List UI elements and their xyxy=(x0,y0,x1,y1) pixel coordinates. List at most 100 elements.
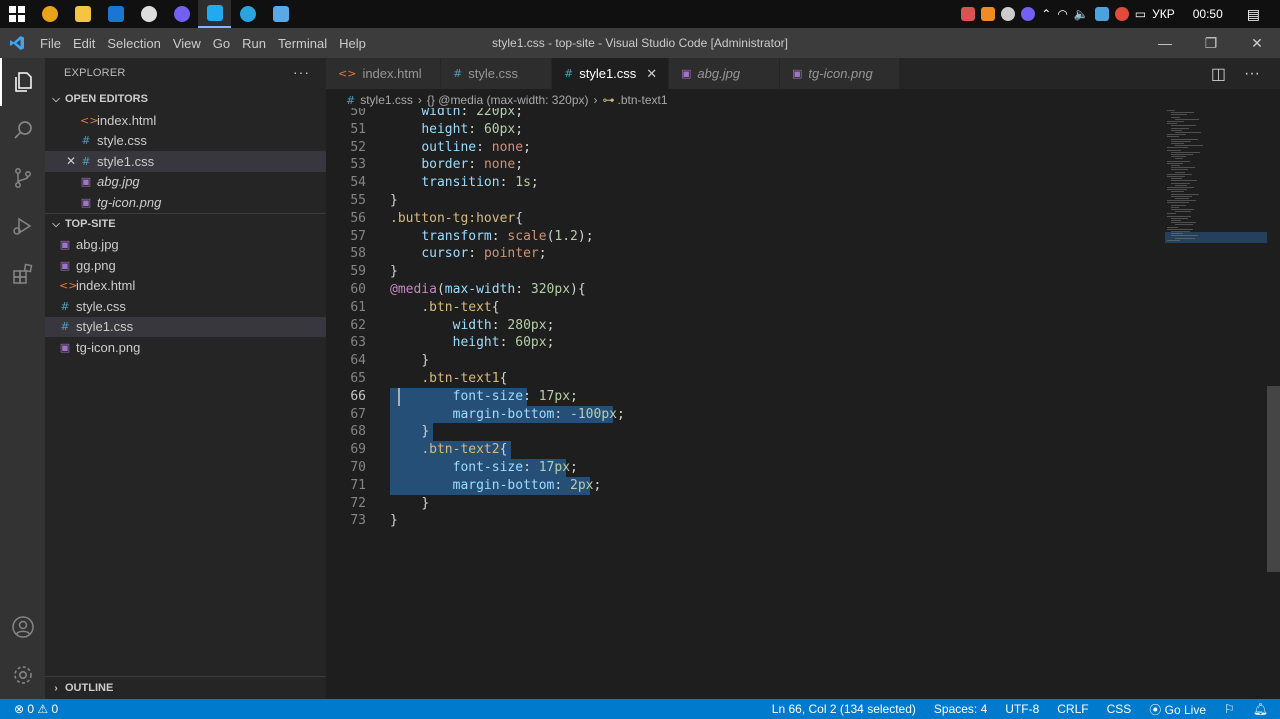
input-language[interactable]: УКР xyxy=(1152,7,1175,21)
open-editor-item[interactable]: ▣ tg-icon.png xyxy=(45,192,326,213)
split-editor-icon[interactable]: ◫ xyxy=(1211,64,1226,84)
manage-gear-icon[interactable] xyxy=(0,651,45,699)
taskbar-app[interactable] xyxy=(132,0,165,28)
tray-app-icon[interactable] xyxy=(981,7,996,21)
minimize-icon[interactable]: — xyxy=(1142,28,1188,58)
menu-file[interactable]: File xyxy=(34,36,67,51)
code-line[interactable]: 50 width: 220px; xyxy=(326,108,1266,121)
extensions-icon[interactable] xyxy=(0,250,45,298)
close-window-icon[interactable]: ✕ xyxy=(1234,28,1280,58)
editor-scrollbar[interactable] xyxy=(1267,386,1280,572)
file-tree-item[interactable]: # style.css xyxy=(45,296,326,317)
code-line[interactable]: 69 .btn-text2{ xyxy=(326,441,1266,459)
code-line[interactable]: 52 outline: none; xyxy=(326,139,1266,157)
open-editor-item[interactable]: ✕ # style1.css xyxy=(45,151,326,172)
outline-section[interactable]: › OUTLINE xyxy=(45,677,326,699)
code-line[interactable]: 56 .button-tg:hover{ xyxy=(326,210,1266,228)
notifications-bell-icon[interactable]: 🔔︎ xyxy=(1253,702,1268,716)
cursor-position[interactable]: Ln 66, Col 2 (134 selected) xyxy=(772,702,916,716)
end-of-line[interactable]: CRLF xyxy=(1057,702,1088,716)
code-line[interactable]: 53 border: none; xyxy=(326,156,1266,174)
breadcrumb-media[interactable]: {} @media (max-width: 320px) xyxy=(427,93,589,107)
breadcrumb-selector[interactable]: .btn-text1 xyxy=(618,93,668,107)
code-line[interactable]: 70 font-size: 17px; xyxy=(326,459,1266,477)
taskbar-app[interactable] xyxy=(99,0,132,28)
menu-terminal[interactable]: Terminal xyxy=(272,36,333,51)
volume-icon[interactable]: 🔈 xyxy=(1074,7,1089,21)
indentation[interactable]: Spaces: 4 xyxy=(934,702,987,716)
menu-selection[interactable]: Selection xyxy=(101,36,166,51)
open-editor-item[interactable]: ▣ abg.jpg xyxy=(45,172,326,193)
code-line[interactable]: 59} xyxy=(326,263,1266,281)
code-line[interactable]: 64 } xyxy=(326,352,1266,370)
code-line[interactable]: 54 transition: 1s; xyxy=(326,174,1266,192)
file-tree-item[interactable]: ▣ tg-icon.png xyxy=(45,337,326,358)
menu-run[interactable]: Run xyxy=(236,36,272,51)
search-icon[interactable] xyxy=(0,106,45,154)
breadcrumb-file[interactable]: style1.css xyxy=(360,93,413,107)
taskbar-app[interactable] xyxy=(198,0,231,28)
menu-help[interactable]: Help xyxy=(333,36,372,51)
menu-edit[interactable]: Edit xyxy=(67,36,101,51)
notifications-icon[interactable]: ▤ xyxy=(1247,6,1260,23)
open-editor-item[interactable]: <> index.html xyxy=(45,110,326,131)
code-line[interactable]: 57 transform: scale(1.2); xyxy=(326,228,1266,246)
more-actions-icon[interactable]: ··· xyxy=(293,64,310,80)
battery-icon[interactable]: ▭ xyxy=(1135,7,1146,21)
file-tree-item[interactable]: ▣ abg.jpg xyxy=(45,235,326,256)
file-tree-item[interactable]: # style1.css xyxy=(45,316,326,337)
feedback-icon[interactable]: ⚐ xyxy=(1224,702,1235,716)
tray-chevron-icon[interactable]: ⌃ xyxy=(1041,7,1051,21)
code-line[interactable]: 51 height: 60px; xyxy=(326,121,1266,139)
language-mode[interactable]: CSS xyxy=(1107,702,1132,716)
close-icon[interactable]: ✕ xyxy=(646,66,657,82)
tray-app-icon[interactable] xyxy=(1094,7,1109,21)
taskbar-app[interactable] xyxy=(66,0,99,28)
go-live-button[interactable]: ⦿ Go Live xyxy=(1149,701,1206,718)
open-editors-section[interactable]: ⌵ OPEN EDITORS xyxy=(45,88,326,110)
code-line[interactable]: 60 @media(max-width: 320px){ xyxy=(326,281,1266,299)
code-line[interactable]: 71 margin-bottom: 2px; xyxy=(326,477,1266,495)
tray-cloud-icon[interactable] xyxy=(1001,7,1016,21)
close-icon[interactable]: ✕ xyxy=(65,154,77,168)
code-line[interactable]: 61 .btn-text{ xyxy=(326,299,1266,317)
code-line[interactable]: 58 cursor: pointer; xyxy=(326,245,1266,263)
wifi-icon[interactable]: ◠ xyxy=(1057,7,1067,21)
tray-viber-icon[interactable] xyxy=(1021,7,1036,21)
source-control-icon[interactable] xyxy=(0,154,45,202)
menu-go[interactable]: Go xyxy=(207,36,236,51)
tray-app-icon[interactable] xyxy=(961,7,976,21)
minimap[interactable] xyxy=(1165,108,1267,248)
tray-app-icon[interactable] xyxy=(1114,7,1129,21)
taskbar-app[interactable] xyxy=(165,0,198,28)
code-line[interactable]: 68 } xyxy=(326,423,1266,441)
tab-style1-css[interactable]: # style1.css ✕ xyxy=(552,58,669,89)
windows-start-button[interactable] xyxy=(0,0,33,28)
taskbar-app[interactable] xyxy=(33,0,66,28)
taskbar-app[interactable] xyxy=(231,0,264,28)
code-line[interactable]: 63 height: 60px; xyxy=(326,334,1266,352)
taskbar-app[interactable] xyxy=(264,0,297,28)
tab-style-css[interactable]: # style.css xyxy=(441,58,552,89)
accounts-icon[interactable] xyxy=(0,603,45,651)
code-line[interactable]: 67 margin-bottom: -100px; xyxy=(326,406,1266,424)
code-editor[interactable]: 50 width: 220px; 51 height: 60px; 52 outli… xyxy=(326,108,1280,699)
code-line[interactable]: 55} xyxy=(326,192,1266,210)
run-debug-icon[interactable] xyxy=(0,202,45,250)
folder-section[interactable]: ⌵ TOP-SITE xyxy=(45,212,326,235)
more-actions-icon[interactable]: ··· xyxy=(1244,65,1260,83)
code-line[interactable]: 72 } xyxy=(326,495,1266,513)
tab-index-html[interactable]: <> index.html xyxy=(326,58,441,89)
code-line[interactable]: 62 width: 280px; xyxy=(326,317,1266,335)
code-line[interactable]: 66 font-size: 17px; xyxy=(326,388,1266,406)
restore-icon[interactable]: ❐ xyxy=(1188,28,1234,58)
explorer-icon[interactable] xyxy=(0,58,45,106)
file-tree-item[interactable]: ▣ gg.png xyxy=(45,255,326,276)
clock[interactable]: 00:50 xyxy=(1193,7,1223,21)
open-editor-item[interactable]: # style.css xyxy=(45,131,326,152)
encoding[interactable]: UTF-8 xyxy=(1005,702,1039,716)
code-line[interactable]: 73} xyxy=(326,512,1266,530)
menu-view[interactable]: View xyxy=(167,36,207,51)
code-line[interactable]: 65 .btn-text1{ xyxy=(326,370,1266,388)
file-tree-item[interactable]: <> index.html xyxy=(45,276,326,297)
